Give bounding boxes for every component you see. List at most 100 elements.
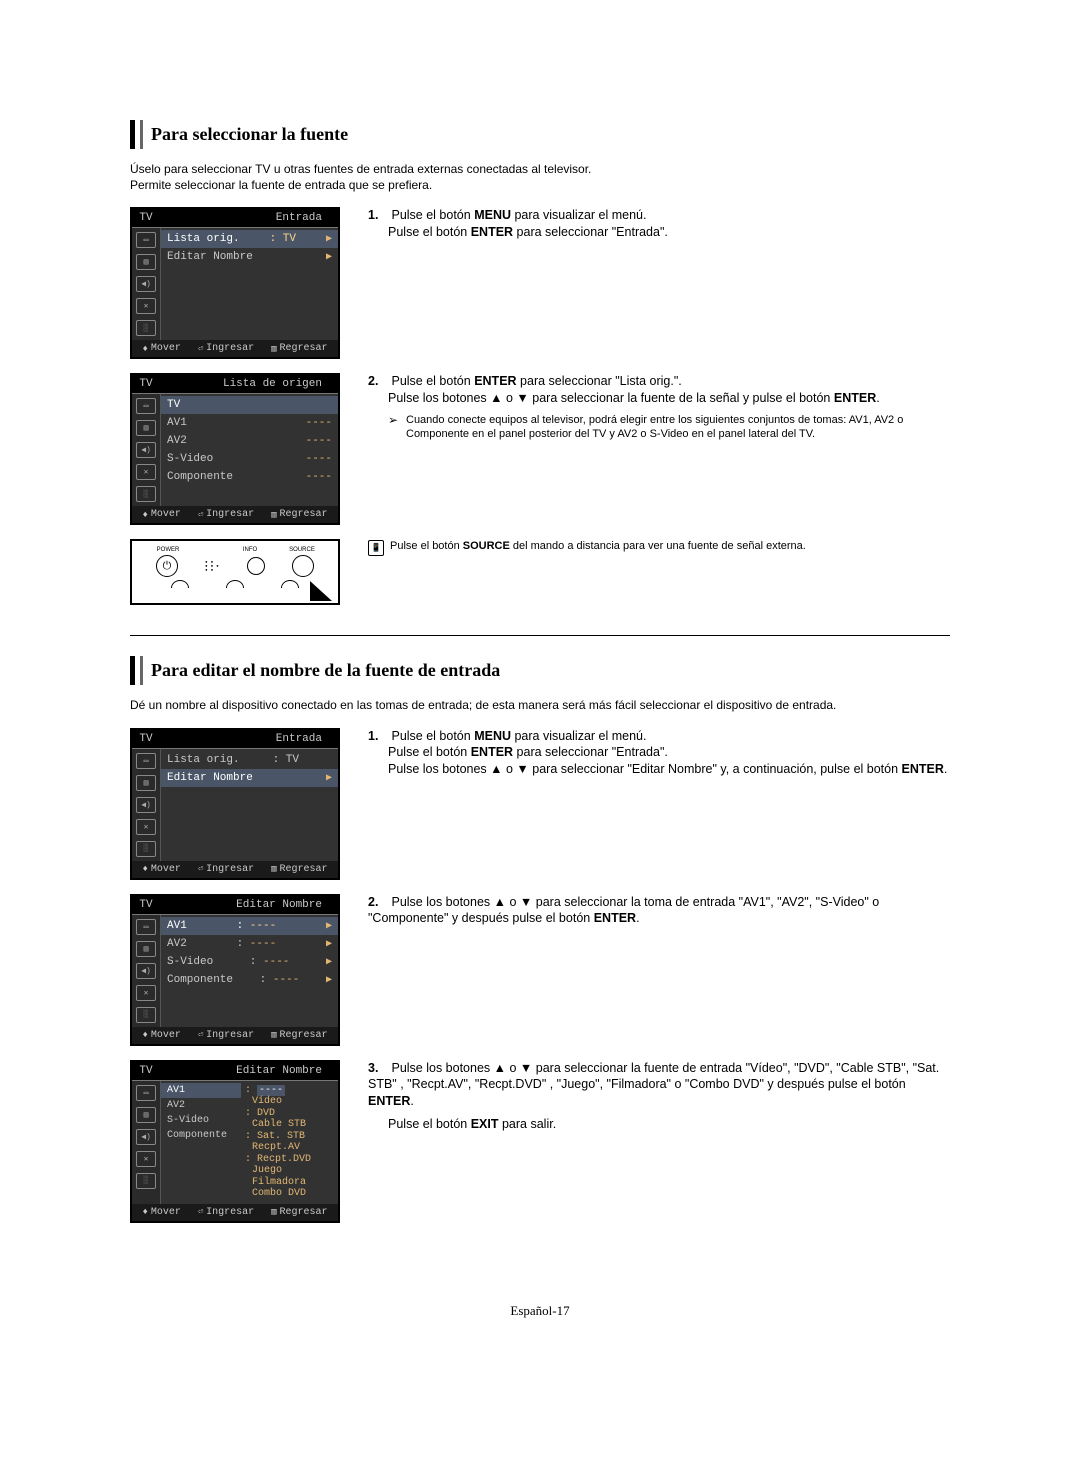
text: . (944, 762, 947, 776)
osd-footer: ♦Mover ⏎Ingresar ▥Regresar (132, 1204, 338, 1221)
osd-tv-label: TV (132, 730, 160, 748)
dropdown-option: Recpt.AV (245, 1142, 334, 1154)
picture-icon: ▭ (136, 919, 156, 935)
setup-icon: ░ (136, 841, 156, 857)
chevron-right-icon: ▶ (326, 772, 332, 784)
osd-row-label: Editar Nombre (167, 772, 253, 784)
osd-row-label: Lista orig. (167, 233, 240, 245)
step-1-1: 1. Pulse el botón MENU para visualizar e… (368, 207, 950, 224)
picture-icon: ▭ (136, 753, 156, 769)
osd-row-value: ---- (250, 938, 276, 950)
footer-mover: Mover (151, 509, 181, 520)
chevron-right-icon: ▶ (326, 974, 332, 986)
osd-row-av1: AV1 (161, 1083, 241, 1098)
note-arrow-icon: ➢ (388, 413, 402, 429)
setup-icon: ░ (136, 320, 156, 336)
footer-ingresar: Ingresar (206, 864, 254, 875)
colon: : (245, 1108, 251, 1119)
divider (130, 635, 950, 636)
dropdown-option: Vídeo (245, 1096, 334, 1108)
step-2-1: 1. Pulse el botón MENU para visualizar e… (368, 728, 950, 745)
chevron-right-icon: ▶ (326, 920, 332, 932)
text: Pulse el botón (388, 225, 471, 239)
enter-icon: ⏎ (198, 510, 203, 520)
osd-row-label: Componente (167, 471, 233, 483)
text: para visualizar el menú. (511, 729, 646, 743)
sound-icon: ◀) (136, 963, 156, 979)
footer-regresar: Regresar (280, 864, 328, 875)
power-button-icon: ⏻ (156, 555, 178, 577)
osd-row-label: AV1 (167, 417, 187, 429)
bold-text: MENU (474, 729, 511, 743)
osd-panel-lista-origen: TV Lista de origen ▭ ▥ ◀) ✕ ░ TV (130, 373, 340, 525)
osd-row-value: ---- (263, 956, 289, 968)
osd-row-av2: AV2 : ---- ▶ (161, 935, 338, 953)
remote-info-label: INFO (234, 547, 266, 553)
step-number: 1. (368, 728, 388, 745)
text: Pulse el botón (391, 729, 474, 743)
dropdown-option: Cable STB (245, 1119, 334, 1131)
osd-row-editar-nombre: Editar Nombre ▶ (161, 248, 338, 266)
dropdown-option: Combo DVD (245, 1188, 334, 1200)
step-2-1-sub-b: Pulse los botones ▲ o ▼ para seleccionar… (388, 761, 950, 778)
osd-row-label: AV1 (167, 1085, 185, 1096)
remote-illustration: POWER INFO SOURCE ⏻ ● ●● ● ●● ● (130, 539, 340, 605)
osd-title: Editar Nombre (160, 896, 338, 914)
osd-tv-label: TV (132, 209, 160, 227)
heading-bar (130, 120, 135, 149)
note-text: Cuando conecte equipos al televisor, pod… (406, 413, 950, 442)
colon: : (237, 920, 244, 932)
remote-buttons-row2 (152, 580, 318, 588)
osd-row-value: ---- (306, 435, 332, 447)
text: Pulse el botón (390, 540, 463, 552)
osd-menu-icons: ▭ ▥ ◀) ✕ ░ (132, 915, 161, 1027)
return-icon: ▥ (271, 344, 276, 354)
osd-row-svideo: S-Video ---- (161, 450, 338, 468)
footer-mover: Mover (151, 343, 181, 354)
setup-icon: ░ (136, 1173, 156, 1189)
osd-row-svideo: S-Video (161, 1113, 241, 1128)
colon: : (237, 938, 244, 950)
footer-regresar: Regresar (280, 1030, 328, 1041)
osd-footer: ♦Mover ⏎Ingresar ▥Regresar (132, 506, 338, 523)
remote-btn (226, 580, 244, 588)
osd-row-componente: Componente (161, 1128, 241, 1143)
heading-bar-thin (140, 120, 143, 149)
step-number: 3. (368, 1060, 388, 1077)
updown-icon: ♦ (142, 1030, 147, 1040)
osd-row-label: Componente (167, 974, 233, 986)
bold-text: ENTER (474, 374, 516, 388)
dropdown-option: DVD (257, 1108, 275, 1119)
osd-row-label: AV1 (167, 920, 187, 932)
text: Pulse los botones ▲ o ▼ para seleccionar… (368, 1061, 939, 1092)
footer-ingresar: Ingresar (206, 1030, 254, 1041)
footer-ingresar: Ingresar (206, 1207, 254, 1218)
osd-panel-editar-nombre-2: TV Editar Nombre ▭ ▥ ◀) ✕ ░ (130, 1060, 340, 1223)
section-title-2: Para editar el nombre de la fuente de en… (151, 656, 500, 685)
step-2-2: 2. Pulse los botones ▲ o ▼ para seleccio… (368, 894, 950, 928)
osd-footer: ♦Mover ⏎Ingresar ▥Regresar (132, 340, 338, 357)
colon: : (260, 974, 267, 986)
picture-icon: ▭ (136, 232, 156, 248)
osd-tv-label: TV (132, 375, 160, 393)
osd-title: Lista de origen (160, 375, 338, 393)
osd-title: Entrada (160, 730, 338, 748)
osd-row-label: S-Video (167, 453, 213, 465)
dropdown-option: Recpt.DVD (257, 1154, 311, 1165)
return-icon: ▥ (271, 864, 276, 874)
setup-icon: ░ (136, 486, 156, 502)
chevron-right-icon: ▶ (326, 938, 332, 950)
section-title-1: Para seleccionar la fuente (151, 120, 348, 149)
osd-footer: ♦Mover ⏎Ingresar ▥Regresar (132, 861, 338, 878)
colon: : (250, 956, 257, 968)
osd-row-value: ---- (250, 920, 276, 932)
text: Pulse el botón (391, 208, 474, 222)
osd-panel-editar-nombre-1: TV Editar Nombre ▭ ▥ ◀) ✕ ░ AV1 : ---- (130, 894, 340, 1046)
updown-icon: ♦ (142, 1207, 147, 1217)
bold-text: ENTER (834, 391, 876, 405)
osd-row-label: AV2 (167, 435, 187, 447)
page: Para seleccionar la fuente Úselo para se… (0, 0, 1080, 1379)
osd-row-label: Editar Nombre (167, 251, 253, 263)
footer-mover: Mover (151, 864, 181, 875)
bold-text: EXIT (471, 1117, 499, 1131)
